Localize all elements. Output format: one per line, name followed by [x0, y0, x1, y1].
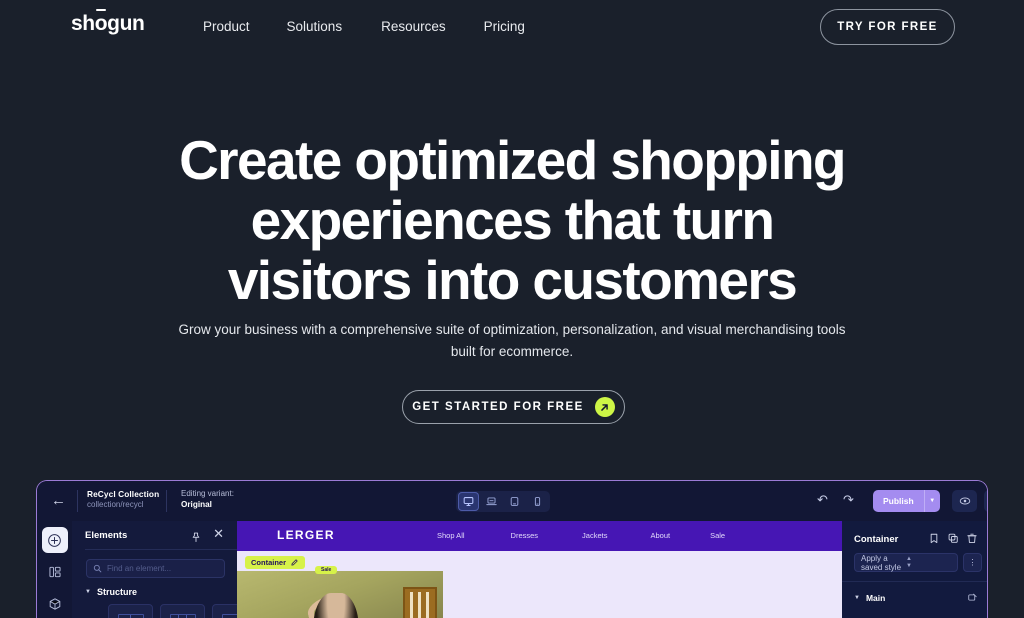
redo-icon[interactable]: ↷	[843, 493, 854, 507]
photo-model	[312, 593, 359, 618]
store-nav-jackets[interactable]: Jackets	[582, 531, 607, 540]
properties-divider	[842, 581, 987, 582]
chevron-down-icon: ▼	[85, 589, 91, 595]
add-element-icon[interactable]	[41, 527, 68, 553]
properties-panel-actions	[929, 533, 977, 544]
app-toolbar: ← ReCycl Collection collection/recycl Ed…	[37, 481, 987, 521]
main-section-header[interactable]: ▼ Main	[854, 589, 977, 607]
columns-3-icon	[169, 613, 196, 618]
saved-style-select[interactable]: Apply a saved style ▲ ▼	[854, 553, 958, 572]
search-input[interactable]	[86, 559, 225, 578]
publish-button[interactable]: Publish	[873, 490, 924, 512]
chevron-down-icon[interactable]: ▼	[923, 490, 940, 512]
stepper-icon: ▲ ▼	[906, 555, 912, 569]
panel-divider	[85, 549, 237, 550]
primary-nav: Product Solutions Resources Pricing	[203, 19, 525, 34]
nav-item-pricing[interactable]: Pricing	[484, 19, 525, 34]
selection-label-text: Container	[251, 558, 287, 567]
structure-section-header[interactable]: ▼ Structure	[85, 587, 137, 597]
toolbar-divider-1	[77, 490, 78, 512]
project-name: ReCycl Collection	[87, 489, 160, 499]
properties-panel-title: Container	[854, 534, 899, 545]
back-arrow-icon[interactable]: ←	[51, 493, 66, 509]
hero-product-image[interactable]	[237, 571, 443, 618]
project-path: collection/recycl	[87, 500, 144, 509]
variant-label: Editing variant:	[181, 489, 234, 498]
kebab-menu-icon[interactable]: ⋮	[984, 490, 987, 512]
sale-badge: Sale	[315, 566, 338, 574]
nav-item-solutions[interactable]: Solutions	[287, 19, 343, 34]
eye-icon[interactable]	[952, 490, 977, 512]
layout-grid-icon[interactable]	[42, 559, 68, 585]
store-nav-links: Shop All Dresses Jackets About Sale	[437, 531, 725, 540]
toolbar-divider-2	[166, 490, 167, 512]
bookmark-icon[interactable]	[929, 533, 939, 544]
search-icon	[93, 560, 102, 578]
structure-card-list	[108, 604, 257, 618]
properties-panel: Container Apply a saved style ▲ ▼ ⋮ ▼ Mai…	[842, 521, 987, 618]
logo-text-post: gun	[107, 12, 145, 35]
hero-subheading: Grow your business with a comprehensive …	[0, 319, 1024, 362]
publish-button-group[interactable]: Publish ▼	[873, 490, 940, 512]
pin-icon[interactable]	[191, 530, 201, 548]
get-started-for-free-button[interactable]: GET STARTED FOR FREE	[402, 390, 625, 424]
device-preview-toggle	[456, 491, 550, 512]
tablet-view-icon[interactable]	[504, 492, 525, 511]
chevron-down-icon: ▼	[854, 595, 860, 601]
nav-item-resources[interactable]: Resources	[381, 19, 446, 34]
store-nav-about[interactable]: About	[650, 531, 670, 540]
elements-panel: Elements ✕ ▼ Structure	[72, 521, 257, 618]
store-nav-shop-all[interactable]: Shop All	[437, 531, 465, 540]
headline-line-3: visitors into customers	[227, 249, 798, 311]
photo-chair	[403, 587, 437, 618]
logo-text-pre: sh	[71, 12, 95, 35]
close-icon[interactable]: ✕	[213, 527, 224, 541]
store-nav-dresses[interactable]: Dresses	[511, 531, 539, 540]
elements-panel-title: Elements	[85, 530, 128, 541]
subhead-line-1: Grow your business with a comprehensive …	[178, 322, 846, 337]
shogun-logo[interactable]: shogun	[71, 9, 145, 35]
headline-line-2: experiences that turn	[250, 189, 775, 251]
nav-item-product[interactable]: Product	[203, 19, 250, 34]
selection-label-container[interactable]: Container	[245, 556, 306, 569]
search-input-field[interactable]	[107, 564, 224, 573]
store-logo: LERGER	[277, 528, 335, 542]
site-header: shogun Product Solutions Resources Prici…	[0, 0, 1024, 54]
mobile-view-icon[interactable]	[527, 492, 548, 511]
variant-value: Original	[181, 500, 212, 509]
columns-2-icon	[117, 613, 144, 618]
logo-text-macron-o: o	[94, 9, 108, 35]
box-3d-icon[interactable]	[42, 591, 68, 617]
main-section-label: Main	[865, 593, 886, 603]
store-nav-sale[interactable]: Sale	[710, 531, 725, 540]
structure-card-columns-2[interactable]	[108, 604, 153, 618]
saved-style-value: Apply a saved style	[861, 553, 902, 572]
try-for-free-button[interactable]: TRY FOR FREE	[820, 9, 955, 45]
editor-canvas[interactable]: LERGER Shop All Dresses Jackets About Sa…	[237, 521, 842, 618]
duplicate-icon[interactable]	[948, 533, 958, 544]
trash-icon[interactable]	[967, 533, 977, 544]
subhead-line-2: built for ecommerce.	[450, 343, 574, 359]
laptop-view-icon[interactable]	[481, 492, 502, 511]
undo-icon[interactable]: ↶	[817, 493, 828, 507]
saved-style-more-icon[interactable]: ⋮	[963, 553, 982, 572]
store-header: LERGER Shop All Dresses Jackets About Sa…	[237, 521, 842, 551]
product-screenshot: ← ReCycl Collection collection/recycl Ed…	[36, 480, 988, 618]
headline-line-1: Create optimized shopping	[179, 129, 846, 191]
structure-card-columns-3[interactable]	[160, 604, 205, 618]
app-left-rail	[37, 521, 72, 618]
page-title: Create optimized shopping experiences th…	[0, 130, 1024, 310]
reset-icon[interactable]	[968, 589, 977, 607]
cta-label: GET STARTED FOR FREE	[412, 401, 584, 413]
structure-section-label: Structure	[96, 587, 137, 597]
pencil-icon	[291, 559, 298, 566]
desktop-view-icon[interactable]	[458, 492, 479, 511]
arrow-up-right-icon	[594, 397, 615, 417]
